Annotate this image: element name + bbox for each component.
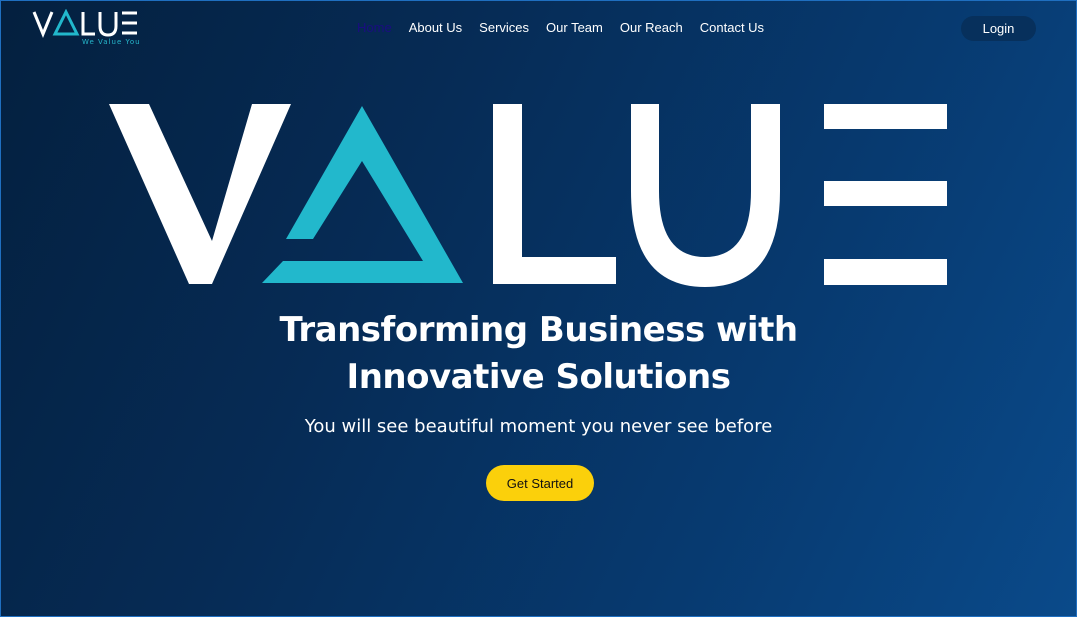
hero-value-logo-icon [109, 104, 947, 287]
hero-headline-line1: Transforming Business with [279, 310, 798, 350]
hero-headline: Transforming Business with Innovative So… [1, 307, 1076, 401]
hero-headline-line2: Innovative Solutions [346, 357, 731, 397]
landing-page: We Value You Home About Us Services Our … [0, 0, 1077, 617]
get-started-button[interactable]: Get Started [486, 465, 594, 501]
hero-subtext: You will see beautiful moment you never … [304, 416, 773, 437]
